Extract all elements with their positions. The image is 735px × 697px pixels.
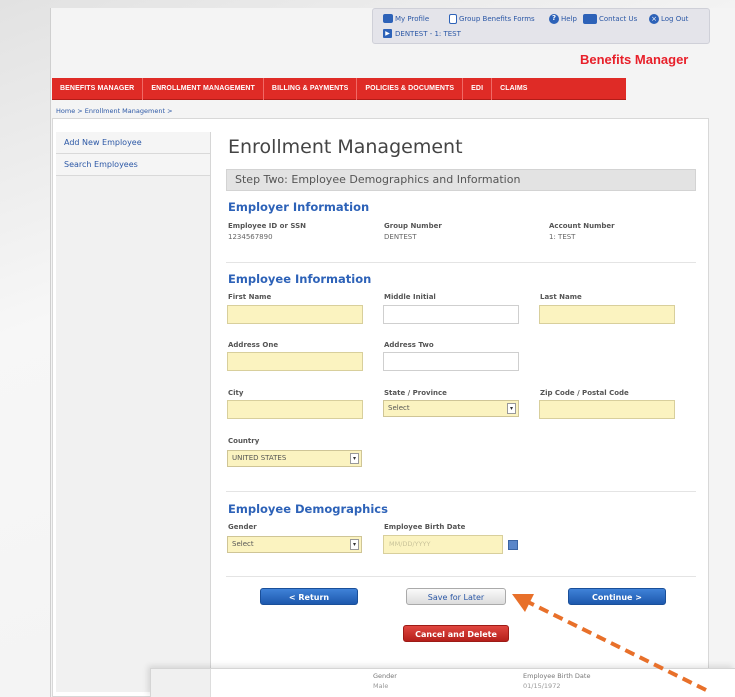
last-name-field[interactable] bbox=[539, 305, 675, 324]
city-field[interactable] bbox=[227, 400, 363, 419]
city-label: City bbox=[228, 389, 244, 397]
first-name-field[interactable] bbox=[227, 305, 363, 324]
group-number-label: Group Number bbox=[384, 222, 442, 230]
account-selector-label: DENTEST - 1: TEST bbox=[395, 29, 461, 38]
contact-icon bbox=[583, 14, 597, 24]
preview-gender-value: Male bbox=[373, 682, 389, 690]
address-one-label: Address One bbox=[228, 341, 279, 349]
profile-icon bbox=[383, 14, 393, 23]
address-two-label: Address Two bbox=[384, 341, 434, 349]
logout-icon: × bbox=[649, 14, 659, 24]
gender-select-value: Select bbox=[232, 540, 254, 548]
log-out-label: Log Out bbox=[661, 15, 689, 23]
account-number-label: Account Number bbox=[549, 222, 615, 230]
country-select-value: UNITED STATES bbox=[232, 454, 287, 462]
nav-edi[interactable]: EDI bbox=[463, 77, 493, 100]
step-header: Step Two: Employee Demographics and Info… bbox=[226, 169, 696, 191]
save-for-later-button[interactable]: Save for Later bbox=[406, 588, 506, 605]
chevron-down-icon: ▾ bbox=[350, 453, 359, 464]
account-number-value: 1: TEST bbox=[549, 233, 576, 241]
chevron-down-icon: ▾ bbox=[507, 403, 516, 414]
birth-date-field[interactable]: MM/DD/YYYY bbox=[383, 535, 503, 554]
sidebar: Add New Employee Search Employees bbox=[56, 132, 211, 692]
help-label: Help bbox=[561, 15, 577, 23]
last-name-label: Last Name bbox=[540, 293, 582, 301]
my-profile-link[interactable]: My Profile bbox=[383, 14, 429, 23]
birth-date-label: Employee Birth Date bbox=[384, 523, 466, 531]
group-forms-label: Group Benefits Forms bbox=[459, 15, 535, 23]
play-icon: ▶ bbox=[383, 29, 392, 38]
sidebar-item-add-new-employee[interactable]: Add New Employee bbox=[56, 132, 210, 154]
section-divider bbox=[226, 576, 696, 577]
address-one-field[interactable] bbox=[227, 352, 363, 371]
page-title: Enrollment Management bbox=[228, 136, 463, 158]
nav-billing-payments[interactable]: BILLING & PAYMENTS bbox=[264, 77, 358, 100]
preview-gender-label: Gender bbox=[373, 672, 397, 680]
chevron-down-icon: ▾ bbox=[350, 539, 359, 550]
my-profile-label: My Profile bbox=[395, 14, 430, 23]
gender-select[interactable]: Select ▾ bbox=[227, 536, 362, 553]
zip-label: Zip Code / Postal Code bbox=[540, 389, 629, 397]
zip-field[interactable] bbox=[539, 400, 675, 419]
country-select[interactable]: UNITED STATES ▾ bbox=[227, 450, 362, 467]
country-label: Country bbox=[228, 437, 260, 445]
nav-claims[interactable]: CLAIMS bbox=[492, 78, 535, 100]
state-label: State / Province bbox=[384, 389, 447, 397]
log-out-link[interactable]: × Log Out bbox=[649, 14, 688, 24]
employee-id-value: 1234567890 bbox=[228, 233, 273, 241]
state-select-value: Select bbox=[388, 404, 410, 412]
group-forms-link[interactable]: Group Benefits Forms bbox=[449, 14, 535, 24]
main-nav: BENEFITS MANAGER ENROLLMENT MANAGEMENT B… bbox=[52, 77, 626, 100]
state-select[interactable]: Select ▾ bbox=[383, 400, 519, 417]
step-title: Step Two: Employee Demographics and Info… bbox=[235, 173, 521, 186]
breadcrumb[interactable]: Home > Enrollment Management > bbox=[56, 107, 173, 115]
nav-policies-documents[interactable]: POLICIES & DOCUMENTS bbox=[357, 77, 464, 100]
contact-us-link[interactable]: Contact Us bbox=[583, 14, 637, 24]
birth-date-placeholder: MM/DD/YYYY bbox=[389, 540, 431, 548]
preview-sidebar bbox=[151, 669, 211, 697]
middle-initial-label: Middle Initial bbox=[384, 293, 436, 301]
nav-benefits-manager[interactable]: BENEFITS MANAGER bbox=[52, 77, 144, 100]
cancel-delete-button[interactable]: Cancel and Delete bbox=[403, 625, 509, 642]
next-step-preview-card: Gender Male Employee Birth Date 01/15/19… bbox=[150, 668, 735, 697]
utility-links-box: My Profile Group Benefits Forms ? Help C… bbox=[372, 8, 710, 44]
account-selector[interactable]: ▶ DENTEST - 1: TEST bbox=[383, 29, 461, 38]
document-icon bbox=[449, 14, 457, 24]
group-number-value: DENTEST bbox=[384, 233, 417, 241]
middle-initial-field[interactable] bbox=[383, 305, 519, 324]
section-divider bbox=[226, 491, 696, 492]
first-name-label: First Name bbox=[228, 293, 272, 301]
employee-id-label: Employee ID or SSN bbox=[228, 222, 306, 230]
demographics-section-heading: Employee Demographics bbox=[228, 502, 388, 516]
help-link[interactable]: ? Help bbox=[549, 14, 577, 24]
continue-button[interactable]: Continue > bbox=[568, 588, 666, 605]
brand-title: Benefits Manager bbox=[580, 52, 689, 67]
calendar-icon[interactable] bbox=[508, 540, 518, 550]
section-divider bbox=[226, 262, 696, 263]
preview-birth-value: 01/15/1972 bbox=[523, 682, 561, 690]
return-button[interactable]: < Return bbox=[260, 588, 358, 605]
gender-label: Gender bbox=[228, 523, 257, 531]
employee-section-heading: Employee Information bbox=[228, 272, 372, 286]
sidebar-item-search-employees[interactable]: Search Employees bbox=[56, 154, 210, 176]
employer-section-heading: Employer Information bbox=[228, 200, 370, 214]
help-icon: ? bbox=[549, 14, 559, 24]
nav-enrollment-management[interactable]: ENROLLMENT MANAGEMENT bbox=[143, 77, 264, 100]
address-two-field[interactable] bbox=[383, 352, 519, 371]
preview-birth-label: Employee Birth Date bbox=[523, 672, 591, 680]
contact-us-label: Contact Us bbox=[599, 15, 638, 23]
